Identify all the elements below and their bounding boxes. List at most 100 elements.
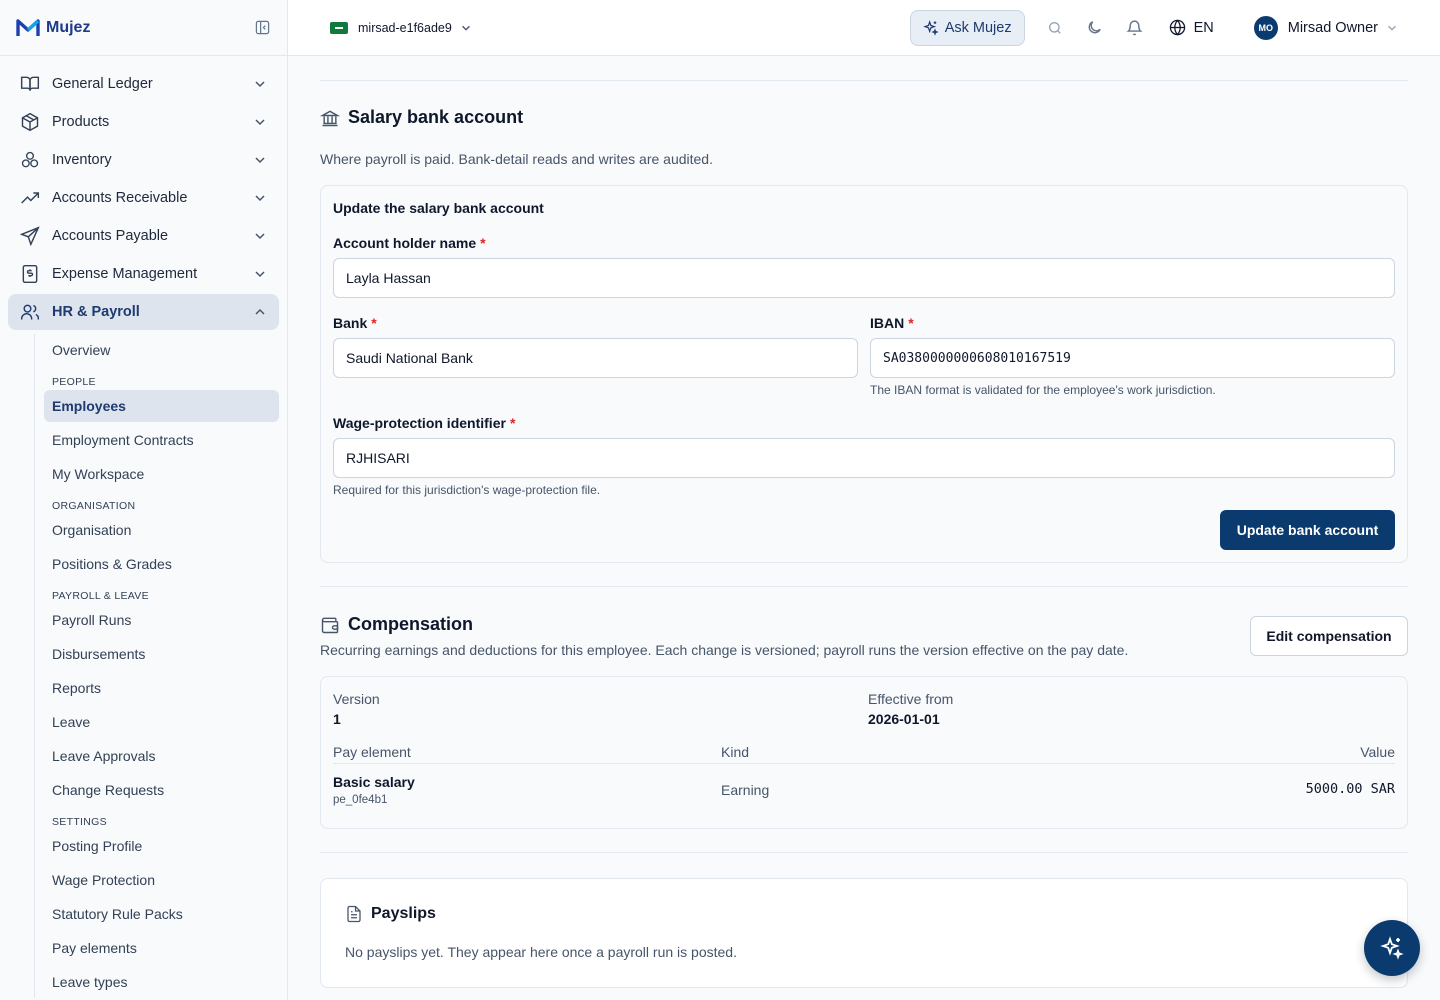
- sidebar-item-expense-management[interactable]: Expense Management: [8, 256, 279, 292]
- sidebar-header: Mujez: [0, 0, 287, 56]
- sidebar-item-disbursements[interactable]: Disbursements: [44, 638, 279, 670]
- account-holder-label: Account holder name *: [333, 235, 486, 251]
- package-icon: [20, 112, 40, 132]
- sidebar-item-leave[interactable]: Leave: [44, 706, 279, 738]
- globe-icon: [1169, 19, 1186, 36]
- sidebar-item-employment-contracts[interactable]: Employment Contracts: [44, 424, 279, 456]
- sidebar-item-hr-payroll[interactable]: HR & Payroll: [8, 294, 279, 330]
- search-icon[interactable]: [1045, 18, 1065, 38]
- currency: SAR: [1370, 781, 1395, 797]
- landmark-icon: [320, 108, 340, 128]
- sidebar-nav: General Ledger Products Inventory Accoun…: [0, 56, 287, 998]
- users-icon: [20, 302, 40, 322]
- sidebar-item-products[interactable]: Products: [8, 104, 279, 140]
- section-title: Salary bank account: [348, 107, 524, 127]
- required-mark: *: [480, 235, 486, 251]
- moon-icon[interactable]: [1085, 18, 1105, 38]
- required-mark: *: [509, 415, 516, 431]
- section-heading-organisation: ORGANISATION: [52, 500, 136, 512]
- sidebar-item-my-workspace[interactable]: My Workspace: [44, 458, 279, 490]
- effective-from-label: Effective from: [868, 691, 954, 707]
- field-label: Bank: [333, 315, 368, 331]
- column-header-kind: Kind: [721, 744, 750, 760]
- chevron-down-icon: [460, 22, 472, 34]
- sidebar-item-label: HR & Payroll: [52, 304, 140, 320]
- sidebar-item-label: General Ledger: [52, 76, 153, 92]
- bank-label: Bank *: [333, 315, 377, 331]
- section-heading-people: PEOPLE: [52, 376, 96, 388]
- bank-input[interactable]: Saudi National Bank: [333, 338, 858, 378]
- saudi-flag-icon: [330, 21, 348, 34]
- user-menu[interactable]: MO Mirsad Owner: [1253, 15, 1398, 40]
- required-mark: *: [371, 315, 377, 331]
- chevron-down-icon: [253, 229, 267, 243]
- sidebar-item-accounts-receivable[interactable]: Accounts Receivable: [8, 180, 279, 216]
- chevron-down-icon: [253, 191, 267, 205]
- sidebar-collapse-icon[interactable]: [253, 19, 271, 37]
- payslips-card: Payslips No payslips yet. They appear he…: [320, 878, 1408, 988]
- tenant-switcher[interactable]: mirsad-e1f6ade9: [304, 12, 482, 44]
- account-holder-input[interactable]: Layla Hassan: [333, 258, 1395, 298]
- sidebar-item-accounts-payable[interactable]: Accounts Payable: [8, 218, 279, 254]
- version-label: Version: [333, 691, 380, 707]
- update-bank-account-button[interactable]: Update bank account: [1220, 510, 1395, 550]
- boxes-icon: [20, 150, 40, 170]
- sidebar-item-organisation[interactable]: Organisation: [44, 514, 279, 546]
- column-header-pay-element: Pay element: [333, 744, 411, 760]
- payslips-empty-state: No payslips yet. They appear here once a…: [345, 944, 737, 960]
- sidebar-item-posting-profile[interactable]: Posting Profile: [44, 830, 279, 862]
- sparkles-icon: [1380, 936, 1404, 960]
- sidebar-item-positions-grades[interactable]: Positions & Grades: [44, 548, 279, 580]
- sidebar-item-general-ledger[interactable]: General Ledger: [8, 66, 279, 102]
- topbar: mirsad-e1f6ade9 Ask Mujez EN MO Mirsad O…: [288, 0, 1440, 56]
- book-open-icon: [20, 74, 40, 94]
- field-label: IBAN: [870, 315, 905, 331]
- send-icon: [20, 226, 40, 246]
- sidebar-item-leave-types[interactable]: Leave types: [44, 966, 279, 998]
- sidebar-item-label: Inventory: [52, 152, 112, 168]
- ask-mujez-button[interactable]: Ask Mujez: [909, 9, 1025, 46]
- sidebar-item-employees[interactable]: Employees: [44, 390, 279, 422]
- trending-up-icon: [20, 188, 40, 208]
- sidebar-item-change-requests[interactable]: Change Requests: [44, 774, 279, 806]
- avatar: MO: [1253, 15, 1278, 40]
- form-title: Update the salary bank account: [333, 200, 544, 216]
- sidebar-item-pay-elements[interactable]: Pay elements: [44, 932, 279, 964]
- required-mark: *: [908, 315, 914, 331]
- sidebar-item-reports[interactable]: Reports: [44, 672, 279, 704]
- section-heading-settings: SETTINGS: [52, 816, 107, 828]
- sidebar-item-wage-protection[interactable]: Wage Protection: [44, 864, 279, 896]
- ask-mujez-label: Ask Mujez: [944, 19, 1012, 36]
- wage-protection-label: Wage-protection identifier *: [333, 415, 515, 431]
- sidebar-item-statutory-rule-packs[interactable]: Statutory Rule Packs: [44, 898, 279, 930]
- sidebar-item-label: Accounts Payable: [52, 228, 169, 244]
- compensation-card: Version 1 Effective from 2026-01-01 Pay …: [320, 676, 1408, 829]
- language-switcher[interactable]: EN: [1169, 19, 1214, 36]
- compensation-description: Recurring earnings and deductions for th…: [320, 642, 1129, 658]
- wage-protection-input[interactable]: RJHISARI: [333, 438, 1395, 478]
- chevron-down-icon: [253, 267, 267, 281]
- bell-icon[interactable]: [1125, 18, 1145, 38]
- sidebar-item-leave-approvals[interactable]: Leave Approvals: [44, 740, 279, 772]
- effective-from-value: 2026-01-01: [868, 711, 940, 727]
- payslips-heading: Payslips: [345, 905, 436, 923]
- chevron-down-icon: [253, 153, 267, 167]
- sidebar-item-inventory[interactable]: Inventory: [8, 142, 279, 178]
- iban-input[interactable]: SA0380000000608010167519: [870, 338, 1395, 378]
- iban-label: IBAN *: [870, 315, 914, 331]
- divider: [320, 852, 1408, 853]
- pay-element-id: pe_0fe4b1: [333, 794, 388, 806]
- user-name: Mirsad Owner: [1287, 19, 1378, 36]
- edit-compensation-button[interactable]: Edit compensation: [1250, 616, 1408, 656]
- assistant-fab-button[interactable]: [1364, 920, 1420, 976]
- sidebar-item-payroll-runs[interactable]: Payroll Runs: [44, 604, 279, 636]
- table-header-divider: [333, 763, 1395, 764]
- amount: 5000.00: [1305, 781, 1363, 797]
- version-value: 1: [333, 711, 341, 727]
- mujez-logo-icon[interactable]: [16, 16, 40, 40]
- field-label: Wage-protection identifier: [333, 415, 506, 431]
- pay-element-kind: Earning: [721, 782, 770, 798]
- language-label: EN: [1193, 19, 1214, 36]
- receipt-icon: [20, 264, 40, 284]
- sidebar-item-overview[interactable]: Overview: [44, 334, 279, 366]
